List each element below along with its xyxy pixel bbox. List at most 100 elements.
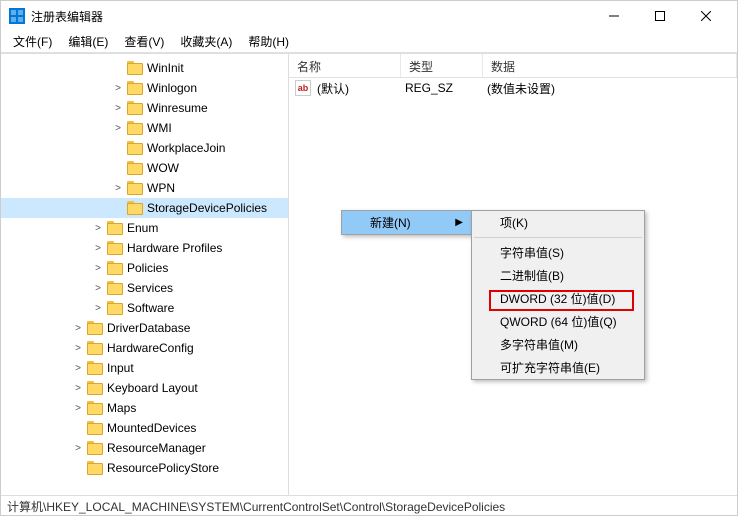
string-value-icon: ab xyxy=(295,80,311,96)
tree-item[interactable]: >DriverDatabase xyxy=(1,318,288,338)
tree-item-label: WMI xyxy=(147,121,172,135)
tree-item[interactable]: > WMI xyxy=(1,118,288,138)
ctx-item[interactable]: QWORD (64 位)值(Q) xyxy=(472,310,644,333)
folder-icon xyxy=(87,341,103,355)
tree-item-label: WorkplaceJoin xyxy=(147,141,225,155)
folder-icon xyxy=(127,61,143,75)
tree-item-label: Policies xyxy=(127,261,168,275)
tree-item-label: StorageDevicePolicies xyxy=(147,201,267,215)
menu-view[interactable]: 查看(V) xyxy=(116,31,172,52)
tree-item-label: WinInit xyxy=(147,61,184,75)
ctx-item-label: 多字符串值(M) xyxy=(500,336,578,353)
folder-icon xyxy=(107,261,123,275)
tree-item-label: Winresume xyxy=(147,101,208,115)
menubar: 文件(F) 编辑(E) 查看(V) 收藏夹(A) 帮助(H) xyxy=(1,31,737,53)
tree-item[interactable]: >Keyboard Layout xyxy=(1,378,288,398)
value-name: (默认) xyxy=(317,80,405,97)
col-name[interactable]: 名称 xyxy=(289,54,401,77)
tree-item-label: Maps xyxy=(107,401,136,415)
tree-expander-icon[interactable]: > xyxy=(91,223,105,234)
tree-item[interactable]: WinInit xyxy=(1,58,288,78)
tree-item-label: Software xyxy=(127,301,174,315)
tree-expander-icon[interactable]: > xyxy=(111,183,125,194)
tree-item-label: Input xyxy=(107,361,134,375)
tree-item[interactable]: > Enum xyxy=(1,218,288,238)
tree-expander-icon[interactable]: > xyxy=(91,303,105,314)
ctx-item[interactable]: DWORD (32 位)值(D) xyxy=(472,287,644,310)
tree-expander-icon[interactable]: > xyxy=(71,443,85,454)
tree-item[interactable]: > ResourceManager xyxy=(1,438,288,458)
tree-item[interactable]: > Winlogon xyxy=(1,78,288,98)
tree-expander-icon[interactable]: > xyxy=(71,363,85,374)
ctx-item-label: 项(K) xyxy=(500,214,528,231)
tree-expander-icon[interactable]: > xyxy=(111,123,125,134)
tree-item-label: ResourceManager xyxy=(107,441,206,455)
context-submenu: 项(K) 字符串值(S) 二进制值(B) DWORD (32 位)值(D) QWORD … xyxy=(471,210,645,380)
tree-item[interactable]: > Maps xyxy=(1,398,288,418)
tree-item[interactable]: MountedDevices xyxy=(1,418,288,438)
maximize-button[interactable] xyxy=(637,1,683,31)
ctx-item[interactable]: 字符串值(S) xyxy=(472,241,644,264)
menu-help[interactable]: 帮助(H) xyxy=(240,31,297,52)
tree-item[interactable]: > Policies xyxy=(1,258,288,278)
tree-item[interactable]: >WPN xyxy=(1,178,288,198)
tree-item[interactable]: >Hardware Profiles xyxy=(1,238,288,258)
menu-file[interactable]: 文件(F) xyxy=(5,31,60,52)
folder-icon xyxy=(87,441,103,455)
folder-icon xyxy=(87,421,103,435)
tree-item-label: Enum xyxy=(127,221,158,235)
ctx-item[interactable]: 多字符串值(M) xyxy=(472,333,644,356)
folder-icon xyxy=(87,321,103,335)
ctx-item-label: QWORD (64 位)值(Q) xyxy=(500,313,617,330)
ctx-item[interactable]: 可扩充字符串值(E) xyxy=(472,356,644,379)
tree-item[interactable]: > Input xyxy=(1,358,288,378)
ctx-item-label: 字符串值(S) xyxy=(500,244,564,261)
tree-expander-icon[interactable]: > xyxy=(111,103,125,114)
tree-expander-icon[interactable]: > xyxy=(91,283,105,294)
tree-expander-icon[interactable]: > xyxy=(91,263,105,274)
folder-icon xyxy=(127,141,143,155)
tree-item[interactable]: ResourcePolicyStore xyxy=(1,458,288,478)
tree-item-label: HardwareConfig xyxy=(107,341,194,355)
tree-item[interactable]: > HardwareConfig xyxy=(1,338,288,358)
menu-favorites[interactable]: 收藏夹(A) xyxy=(172,31,240,52)
value-type: REG_SZ xyxy=(405,81,487,95)
folder-icon xyxy=(127,161,143,175)
folder-icon xyxy=(87,381,103,395)
folder-icon xyxy=(127,201,143,215)
tree-expander-icon[interactable]: > xyxy=(91,243,105,254)
menu-edit[interactable]: 编辑(E) xyxy=(60,31,116,52)
menu-separator xyxy=(474,237,642,238)
folder-icon xyxy=(87,461,103,475)
tree-expander-icon[interactable]: > xyxy=(71,343,85,354)
ctx-item[interactable]: 二进制值(B) xyxy=(472,264,644,287)
tree-item[interactable]: StorageDevicePolicies xyxy=(1,198,288,218)
tree-expander-icon[interactable]: > xyxy=(71,383,85,394)
tree-item[interactable]: >Services xyxy=(1,278,288,298)
col-data[interactable]: 数据 xyxy=(483,54,737,77)
folder-icon xyxy=(127,81,143,95)
tree-expander-icon[interactable]: > xyxy=(111,83,125,94)
tree-item[interactable]: WorkplaceJoin xyxy=(1,138,288,158)
folder-icon xyxy=(107,301,123,315)
col-type[interactable]: 类型 xyxy=(401,54,483,77)
folder-icon xyxy=(107,241,123,255)
minimize-button[interactable] xyxy=(591,1,637,31)
tree-item[interactable]: WOW xyxy=(1,158,288,178)
app-icon xyxy=(9,8,25,24)
tree-item[interactable]: > Software xyxy=(1,298,288,318)
tree-expander-icon[interactable]: > xyxy=(71,323,85,334)
list-row[interactable]: ab (默认) REG_SZ (数值未设置) xyxy=(289,78,737,98)
tree-item-label: Winlogon xyxy=(147,81,197,95)
tree-item-label: MountedDevices xyxy=(107,421,196,435)
close-button[interactable] xyxy=(683,1,729,31)
tree-panel[interactable]: WinInit > Winlogon > Winresume > WMI WorkplaceJ… xyxy=(1,54,289,495)
tree-item[interactable]: > Winresume xyxy=(1,98,288,118)
tree-expander-icon[interactable]: > xyxy=(71,403,85,414)
tree-item-label: WOW xyxy=(147,161,179,175)
ctx-item-label: 二进制值(B) xyxy=(500,267,564,284)
folder-icon xyxy=(87,361,103,375)
value-data: (数值未设置) xyxy=(487,80,737,97)
ctx-item[interactable]: 项(K) xyxy=(472,211,644,234)
ctx-new[interactable]: 新建(N) ▶ xyxy=(342,211,471,234)
